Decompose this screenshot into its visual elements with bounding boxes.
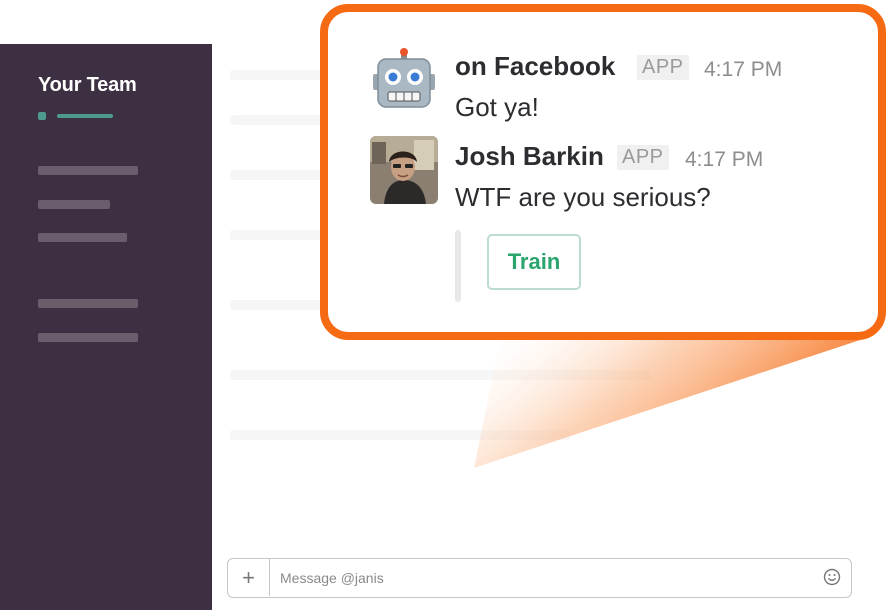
message-composer: + Message @janis (227, 558, 852, 598)
faded-message (230, 430, 570, 440)
message-input[interactable]: Message @janis (280, 570, 384, 586)
message-sender[interactable]: Josh Barkin (455, 141, 604, 172)
train-button[interactable]: Train (487, 234, 581, 290)
user-photo-avatar-icon[interactable] (370, 136, 438, 204)
sidebar-item-placeholder[interactable] (38, 166, 138, 175)
username-placeholder (57, 114, 113, 118)
sidebar-item-placeholder[interactable] (38, 333, 138, 342)
sidebar-item-placeholder[interactable] (38, 233, 127, 242)
sidebar: Your Team (0, 44, 212, 610)
smiley-icon[interactable] (823, 568, 841, 586)
message-text: WTF are you serious? (455, 182, 711, 212)
robot-avatar-icon[interactable] (370, 46, 438, 114)
plus-icon[interactable]: + (228, 559, 270, 596)
sidebar-item-placeholder[interactable] (38, 200, 110, 209)
sidebar-item-placeholder[interactable] (38, 299, 138, 308)
faded-message (230, 370, 650, 380)
message-text: Got ya! (455, 92, 539, 122)
attachment-bar (455, 230, 461, 302)
team-name[interactable]: Your Team (38, 74, 137, 97)
message-callout: on Facebook APP 4:17 PM Got ya! Josh Bar… (320, 4, 886, 340)
presence-dot (38, 112, 46, 120)
app-badge: APP (637, 55, 689, 80)
message-sender[interactable]: on Facebook (455, 51, 615, 82)
message-timestamp[interactable]: 4:17 PM (704, 58, 782, 82)
app-badge: APP (617, 145, 669, 170)
message-timestamp[interactable]: 4:17 PM (685, 148, 763, 172)
